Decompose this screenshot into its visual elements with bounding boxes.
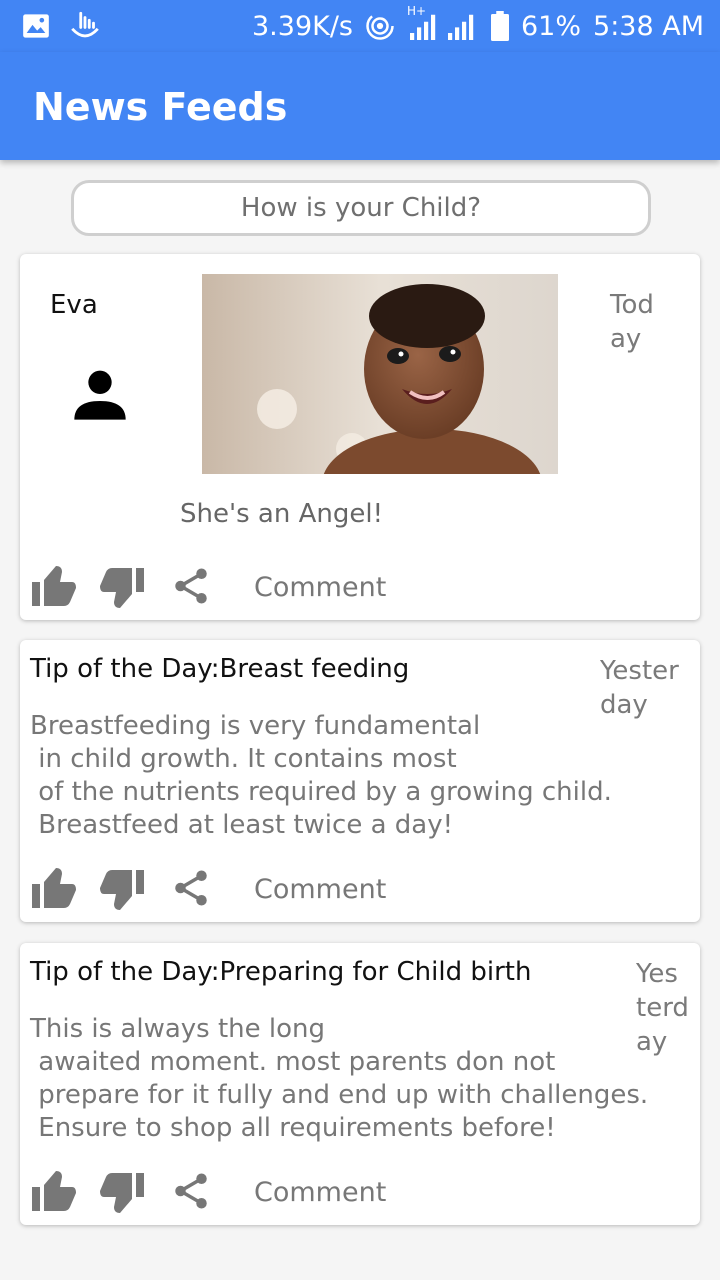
tip-actions: Comment (20, 866, 700, 916)
comment-button[interactable]: Comment (254, 1177, 386, 1208)
touch-app-icon (71, 11, 99, 38)
post-author: Eva (50, 290, 98, 320)
share-icon[interactable] (170, 1169, 212, 1213)
post-caption: She's an Angel! (180, 499, 384, 529)
battery-icon (491, 11, 509, 41)
share-icon[interactable] (170, 564, 212, 608)
post-actions: Comment (20, 564, 700, 614)
comment-button[interactable]: Comment (254, 874, 386, 905)
dislike-icon[interactable] (98, 566, 146, 610)
tip-body: Breastfeeding is very fundamental in chi… (30, 711, 612, 840)
dislike-icon[interactable] (98, 1171, 146, 1215)
how-is-your-child-button[interactable]: How is your Child? (71, 180, 651, 236)
dislike-icon[interactable] (98, 868, 146, 912)
post-card: Eva Tod ay She's an Angel! Comment (20, 254, 700, 620)
like-icon[interactable] (30, 1169, 78, 1213)
like-icon[interactable] (30, 866, 78, 910)
network-type: H+ (407, 4, 427, 18)
page-title: News Feeds (33, 85, 288, 129)
post-date: Tod ay (610, 290, 654, 354)
baby-photo[interactable] (202, 274, 558, 474)
tip-actions: Comment (20, 1169, 700, 1219)
image-icon (23, 14, 49, 38)
tip-card: Tip of the Day:Preparing for Child birth… (20, 943, 700, 1225)
tip-title: Tip of the Day:Breast feeding (30, 654, 410, 684)
network-speed: 3.39K/s (252, 10, 353, 42)
comment-button[interactable]: Comment (254, 572, 386, 603)
tip-title: Tip of the Day:Preparing for Child birth (30, 957, 532, 987)
like-icon[interactable] (30, 564, 78, 608)
status-bar: 3.39K/s H+ 61% 5:38 AM (0, 0, 720, 52)
battery-level: 61% (521, 10, 582, 42)
tip-card: Tip of the Day:Breast feeding Yester day … (20, 640, 700, 922)
app-bar: News Feeds (0, 52, 720, 160)
clock: 5:38 AM (593, 10, 704, 42)
signal-icon-2 (448, 14, 474, 40)
person-icon (74, 370, 126, 420)
share-icon[interactable] (170, 866, 212, 910)
hotspot-icon (366, 12, 394, 40)
tip-body: This is always the long awaited moment. … (30, 1014, 649, 1143)
